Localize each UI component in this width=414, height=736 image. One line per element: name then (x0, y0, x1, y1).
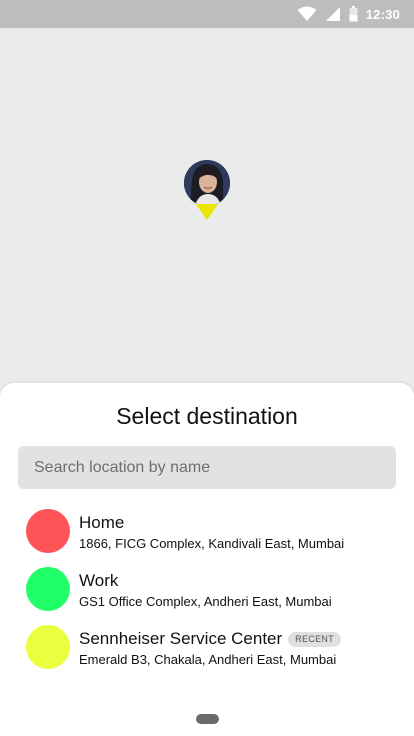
work-color-dot (26, 567, 70, 611)
destination-address: GS1 Office Complex, Andheri East, Mumbai (79, 594, 332, 609)
destination-name: Work (79, 571, 119, 590)
destination-address: 1866, FICG Complex, Kandivali East, Mumb… (79, 536, 345, 551)
destination-name: Sennheiser Service Center (79, 629, 283, 648)
status-icons: 12:30 (297, 4, 400, 24)
destination-item-home[interactable]: Home 1866, FICG Complex, Kandivali East,… (0, 503, 414, 561)
destination-name-row: Work (79, 570, 118, 592)
user-location-pin[interactable] (184, 160, 230, 222)
destination-name-row: Home (79, 512, 124, 534)
destination-address: Emerald B3, Chakala, Andheri East, Mumba… (79, 652, 337, 667)
home-handle[interactable] (196, 714, 219, 724)
search-input[interactable] (34, 458, 380, 477)
sennheiser-color-dot (26, 625, 70, 669)
recent-badge: RECENT (288, 631, 341, 647)
destination-name: Home (79, 513, 125, 532)
pin-pointer-icon (196, 204, 218, 220)
destination-item-work[interactable]: Work GS1 Office Complex, Andheri East, M… (0, 561, 414, 619)
battery-icon (349, 6, 358, 22)
status-bar: 12:30 (0, 0, 414, 28)
sheet-title: Select destination (116, 403, 298, 429)
map-view[interactable] (0, 28, 414, 388)
search-box[interactable] (18, 446, 396, 489)
wifi-icon (297, 6, 317, 22)
destination-list: Home 1866, FICG Complex, Kandivali East,… (0, 503, 414, 677)
home-color-dot (26, 509, 70, 553)
avatar (184, 160, 230, 206)
destination-sheet: Select destination Home 1866, FICG Compl… (0, 383, 414, 736)
cell-signal-icon (325, 6, 341, 22)
destination-item-sennheiser[interactable]: Sennheiser Service Center RECENT Emerald… (0, 619, 414, 677)
status-time: 12:30 (365, 6, 400, 22)
destination-name-row: Sennheiser Service Center RECENT (79, 628, 341, 650)
